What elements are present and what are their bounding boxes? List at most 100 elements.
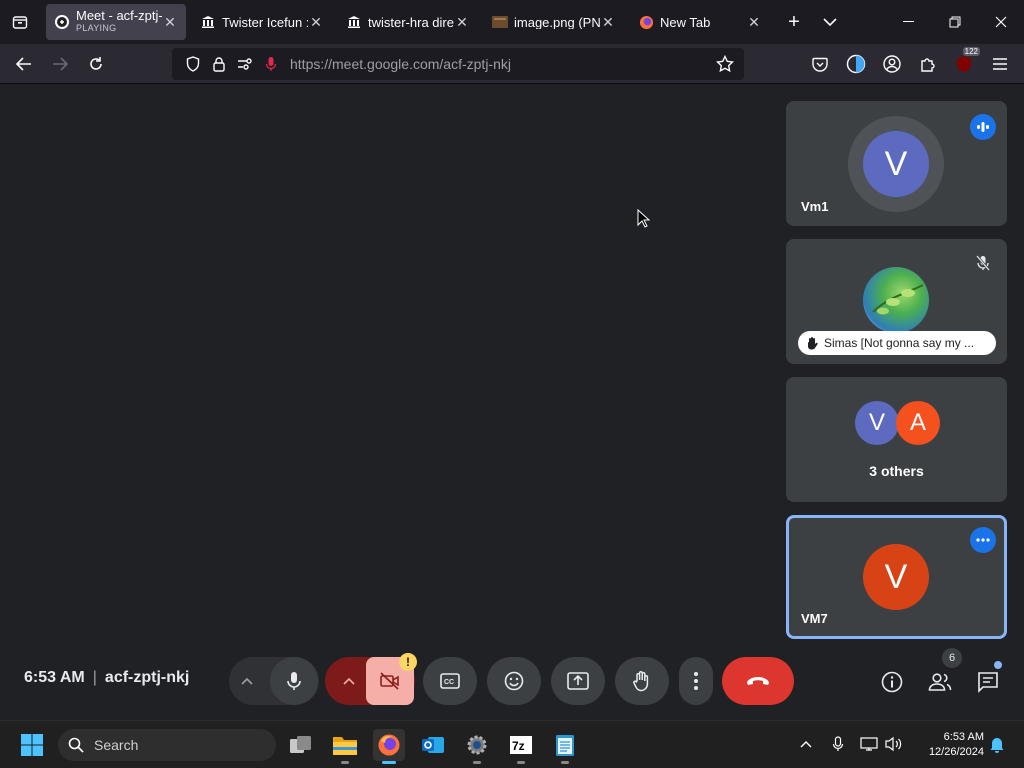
firefox-taskbar-icon[interactable]: [373, 729, 405, 764]
tab-title: twister-hra direc: [368, 15, 454, 29]
participant-tile-others[interactable]: V A 3 others: [786, 377, 1007, 502]
captions-button[interactable]: CC: [423, 657, 477, 705]
clock-date: 12/26/2024: [928, 746, 984, 758]
avatar: V: [863, 131, 929, 197]
account-icon[interactable]: [880, 52, 904, 76]
library-favicon-icon: [200, 14, 216, 30]
taskbar-clock[interactable]: 6:53 AM 12/26/2024: [916, 730, 984, 760]
close-window-icon[interactable]: [978, 0, 1024, 44]
participant-tile-vm7[interactable]: V VM7: [786, 515, 1007, 639]
microphone-blocked-icon[interactable]: [258, 56, 284, 72]
windows-taskbar: Search 7z 6:53 AM 12/26/2024: [0, 720, 1024, 768]
tab-twister-icefun[interactable]: Twister Icefun : / ✕: [192, 4, 332, 40]
library-favicon-icon: [346, 14, 362, 30]
clock-time: 6:53 AM: [943, 731, 984, 743]
participant-name: VM7: [801, 611, 828, 626]
present-screen-button[interactable]: [551, 657, 605, 705]
tab-title: image.png (PNG: [514, 15, 600, 29]
browser-tab-bar: Meet - acf-zptj- PLAYING ✕ Twister Icefu…: [0, 0, 1024, 44]
more-options-icon[interactable]: [970, 527, 996, 553]
participant-tile-simas[interactable]: Simas [Not gonna say my ...: [786, 239, 1007, 364]
leave-call-button[interactable]: [722, 657, 794, 705]
people-icon[interactable]: [925, 667, 955, 697]
microphone-tray-icon[interactable]: [827, 733, 849, 755]
participant-name: Vm1: [801, 199, 829, 214]
tab-close-icon[interactable]: ✕: [746, 14, 762, 31]
bookmark-star-icon[interactable]: [715, 54, 735, 76]
hand-raised-icon: [806, 336, 818, 350]
tab-close-icon[interactable]: ✕: [600, 14, 616, 31]
avatar: V: [863, 544, 929, 610]
outlook-icon[interactable]: [417, 729, 449, 761]
forward-arrow-icon[interactable]: [42, 48, 78, 80]
raise-hand-button[interactable]: [615, 657, 669, 705]
extensions-puzzle-icon[interactable]: [916, 52, 940, 76]
volume-icon[interactable]: [883, 733, 905, 755]
running-indicator: [341, 761, 349, 764]
participant-name: Simas [Not gonna say my ...: [824, 336, 975, 350]
permissions-icon[interactable]: [232, 57, 258, 71]
meeting-details: 6:53 AM | acf-zptj-nkj: [24, 669, 190, 686]
meet-controls-bar: 6:53 AM | acf-zptj-nkj ! CC 6: [0, 645, 1024, 715]
running-indicator: [561, 761, 569, 764]
running-indicator: [382, 761, 396, 764]
notepad-icon[interactable]: [549, 729, 581, 764]
meeting-info-icon[interactable]: [877, 667, 907, 697]
restore-icon[interactable]: [932, 0, 978, 44]
chat-icon[interactable]: [973, 667, 1003, 697]
reload-icon[interactable]: [78, 48, 114, 80]
extension-circle-icon[interactable]: [844, 52, 868, 76]
more-options-button[interactable]: [679, 657, 713, 705]
audio-options-chevron-icon[interactable]: [241, 672, 253, 690]
pocket-icon[interactable]: [808, 52, 832, 76]
tab-image-png[interactable]: image.png (PNG ✕: [484, 4, 624, 40]
tab-twister-hra[interactable]: twister-hra direc ✕: [338, 4, 478, 40]
extension-count-badge: 122: [962, 47, 980, 56]
avatar: [863, 267, 929, 333]
list-all-tabs-chevron-icon[interactable]: [812, 4, 848, 40]
shield-icon[interactable]: [180, 56, 206, 72]
firefox-favicon-icon: [638, 14, 654, 30]
video-options-chevron-icon[interactable]: [343, 672, 355, 690]
notification-bell-icon[interactable]: [986, 733, 1008, 755]
taskbar-search-box[interactable]: Search: [58, 729, 276, 761]
microphone-button[interactable]: [270, 657, 318, 705]
tab-close-icon[interactable]: ✕: [454, 14, 470, 31]
tab-list-icon[interactable]: [0, 0, 40, 44]
participant-tile-vm1[interactable]: V Vm1: [786, 101, 1007, 226]
tab-close-icon[interactable]: ✕: [162, 14, 178, 31]
new-tab-plus-icon[interactable]: +: [776, 4, 812, 40]
meet-main-area: V Vm1 Simas [Not gonna say my ... V A 3 …: [0, 85, 1024, 720]
running-indicator: [517, 761, 525, 764]
7zip-icon[interactable]: 7z: [505, 729, 537, 764]
mouse-cursor-icon: [637, 208, 651, 234]
back-arrow-icon[interactable]: [6, 48, 42, 80]
lock-icon[interactable]: [206, 56, 232, 72]
network-icon[interactable]: [858, 733, 880, 755]
tab-meet[interactable]: Meet - acf-zptj- PLAYING ✕: [46, 4, 186, 40]
reactions-button[interactable]: [487, 657, 541, 705]
tab-new-tab[interactable]: New Tab ✕: [630, 4, 770, 40]
settings-gear-icon[interactable]: [461, 729, 493, 764]
url-text: https://meet.google.com/acf-zptj-nkj: [290, 56, 511, 72]
address-bar[interactable]: https://meet.google.com/acf-zptj-nkj: [172, 48, 744, 80]
windows-start-icon[interactable]: [16, 729, 48, 761]
minimize-icon[interactable]: [886, 0, 932, 44]
svg-text:CC: CC: [444, 679, 454, 686]
chat-notification-dot: [994, 661, 1002, 669]
tab-title: Twister Icefun : /: [222, 15, 308, 29]
camera-warning-badge: !: [399, 653, 417, 671]
meet-favicon-icon: [54, 14, 70, 30]
hamburger-menu-icon[interactable]: [988, 52, 1012, 76]
tab-title: Meet - acf-zptj-: [76, 9, 162, 23]
show-hidden-icons-chevron-icon[interactable]: [795, 733, 817, 755]
audio-level-icon: [970, 114, 996, 140]
tab-close-icon[interactable]: ✕: [308, 14, 324, 31]
ublock-extension-icon[interactable]: 122: [952, 47, 980, 76]
people-count-badge: 6: [942, 648, 962, 668]
image-favicon-icon: [492, 14, 508, 30]
search-icon: [68, 737, 84, 753]
file-explorer-icon[interactable]: [329, 729, 361, 764]
task-view-icon[interactable]: [285, 729, 317, 761]
participant-name-pill: Simas [Not gonna say my ...: [798, 331, 996, 355]
